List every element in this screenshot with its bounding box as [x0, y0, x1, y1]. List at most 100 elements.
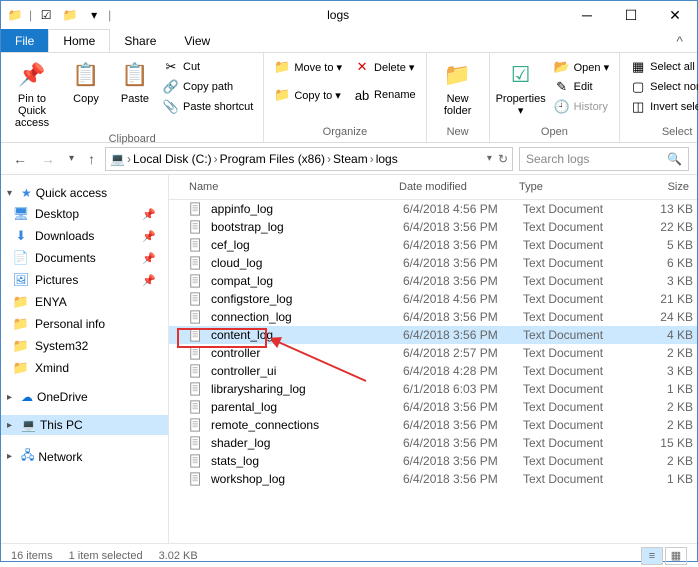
column-headers: Name Date modified Type Size: [169, 175, 697, 200]
sidebar-onedrive[interactable]: ▸ ☁ OneDrive: [1, 387, 168, 407]
delete-icon: ✕: [354, 59, 370, 75]
edit-button[interactable]: ✎Edit: [550, 77, 614, 97]
file-size: 3 KB: [633, 364, 693, 378]
delete-button[interactable]: ✕Delete ▾: [350, 57, 420, 77]
sidebar-item-personal-info[interactable]: 📁Personal info: [1, 313, 168, 335]
breadcrumb[interactable]: 💻 › Local Disk (C:)› Program Files (x86)…: [105, 147, 513, 171]
file-row[interactable]: librarysharing_log6/1/2018 6:03 PMText D…: [169, 380, 697, 398]
file-row[interactable]: stats_log6/4/2018 3:56 PMText Document2 …: [169, 452, 697, 470]
column-size[interactable]: Size: [629, 181, 689, 193]
crumb-2[interactable]: Steam: [333, 152, 368, 166]
rename-button[interactable]: abRename: [350, 85, 420, 105]
tab-share[interactable]: Share: [110, 29, 170, 52]
file-row[interactable]: appinfo_log6/4/2018 4:56 PMText Document…: [169, 200, 697, 218]
paste-button[interactable]: 📋 Paste: [115, 57, 155, 107]
text-file-icon: [189, 346, 205, 360]
pin-quick-access-button[interactable]: 📌 Pin to Quick access: [7, 57, 57, 131]
column-date[interactable]: Date modified: [399, 181, 519, 193]
pc-icon: 💻: [21, 418, 36, 432]
invert-selection-button[interactable]: ◫Invert selection: [626, 97, 698, 117]
sidebar-item-system32[interactable]: 📁System32: [1, 335, 168, 357]
crumb-1[interactable]: Program Files (x86): [220, 152, 325, 166]
file-size: 1 KB: [633, 472, 693, 486]
file-date: 6/4/2018 4:56 PM: [403, 292, 523, 306]
column-name[interactable]: Name: [189, 181, 399, 193]
qat-dropdown-icon[interactable]: ▾: [84, 5, 104, 25]
copy-to-button[interactable]: 📁Copy to ▾: [270, 85, 346, 105]
sidebar-item-desktop[interactable]: 🖥Desktop📌: [1, 203, 168, 225]
file-row[interactable]: cloud_log6/4/2018 3:56 PMText Document6 …: [169, 254, 697, 272]
file-row[interactable]: controller6/4/2018 2:57 PMText Document2…: [169, 344, 697, 362]
document-icon: 📄: [13, 250, 29, 266]
sidebar-this-pc[interactable]: ▸ 💻 This PC: [1, 415, 168, 435]
copypath-icon: 🔗: [163, 79, 179, 95]
column-type[interactable]: Type: [519, 181, 629, 193]
qat-properties-icon[interactable]: ☑: [36, 5, 56, 25]
open-button[interactable]: 📂Open ▾: [550, 57, 614, 77]
file-size: 21 KB: [633, 292, 693, 306]
copy-path-button[interactable]: 🔗Copy path: [159, 77, 257, 97]
file-list: appinfo_log6/4/2018 4:56 PMText Document…: [169, 200, 697, 543]
paste-shortcut-button[interactable]: 📎Paste shortcut: [159, 97, 257, 117]
move-to-button[interactable]: 📁Move to ▾: [270, 57, 346, 77]
file-row[interactable]: shader_log6/4/2018 3:56 PMText Document1…: [169, 434, 697, 452]
file-name: cloud_log: [211, 256, 403, 270]
file-type: Text Document: [523, 238, 633, 252]
file-row[interactable]: cef_log6/4/2018 3:56 PMText Document5 KB: [169, 236, 697, 254]
chevron-down-icon: ▾: [7, 188, 17, 199]
file-row[interactable]: controller_ui6/4/2018 4:28 PMText Docume…: [169, 362, 697, 380]
new-folder-button[interactable]: 📁 New folder: [433, 57, 483, 119]
sidebar-network[interactable]: ▸ 🖧 Network: [1, 443, 168, 470]
maximize-button[interactable]: ☐: [609, 1, 653, 29]
tab-view[interactable]: View: [170, 29, 224, 52]
copy-button[interactable]: 📋 Copy: [61, 57, 111, 107]
sidebar-item-documents[interactable]: 📄Documents📌: [1, 247, 168, 269]
file-row[interactable]: connection_log6/4/2018 3:56 PMText Docum…: [169, 308, 697, 326]
sidebar-item-enya[interactable]: 📁ENYA: [1, 291, 168, 313]
select-all-button[interactable]: ▦Select all: [626, 57, 698, 77]
up-button[interactable]: ↑: [84, 151, 99, 167]
file-size: 2 KB: [633, 418, 693, 432]
ribbon-collapse-icon[interactable]: ^: [662, 29, 697, 52]
qat-newfolder-icon[interactable]: 📁: [60, 5, 80, 25]
file-row[interactable]: parental_log6/4/2018 3:56 PMText Documen…: [169, 398, 697, 416]
history-button[interactable]: 🕘History: [550, 97, 614, 117]
sidebar-item-xmind[interactable]: 📁Xmind: [1, 357, 168, 379]
select-none-button[interactable]: ▢Select none: [626, 77, 698, 97]
file-type: Text Document: [523, 382, 633, 396]
sidebar-item-label: Xmind: [35, 361, 69, 375]
sidebar-item-downloads[interactable]: ⬇Downloads📌: [1, 225, 168, 247]
file-row[interactable]: bootstrap_log6/4/2018 3:56 PMText Docume…: [169, 218, 697, 236]
copyto-icon: 📁: [274, 87, 290, 103]
file-row[interactable]: content_log6/4/2018 3:56 PMText Document…: [169, 326, 697, 344]
file-date: 6/4/2018 3:56 PM: [403, 418, 523, 432]
cut-button[interactable]: ✂Cut: [159, 57, 257, 77]
file-name: controller_ui: [211, 364, 403, 378]
back-button[interactable]: ←: [9, 151, 31, 167]
text-file-icon: [189, 472, 205, 486]
address-bar-row: ← → ▾ ↑ 💻 › Local Disk (C:)› Program Fil…: [1, 143, 697, 175]
file-row[interactable]: configstore_log6/4/2018 4:56 PMText Docu…: [169, 290, 697, 308]
crumb-0[interactable]: Local Disk (C:): [133, 152, 212, 166]
properties-button[interactable]: ☑ Properties ▾: [496, 57, 546, 119]
crumb-3[interactable]: logs: [376, 152, 398, 166]
file-row[interactable]: workshop_log6/4/2018 3:56 PMText Documen…: [169, 470, 697, 488]
tab-file[interactable]: File: [1, 29, 48, 52]
forward-button[interactable]: →: [37, 151, 59, 167]
recent-button[interactable]: ▾: [65, 153, 78, 164]
close-button[interactable]: ✕: [653, 1, 697, 29]
open-icon: 📂: [554, 59, 570, 75]
tab-home[interactable]: Home: [48, 29, 110, 52]
ribbon-tabs: File Home Share View ^: [1, 29, 697, 53]
file-size: 15 KB: [633, 436, 693, 450]
file-name: connection_log: [211, 310, 403, 324]
search-input[interactable]: Search logs 🔍: [519, 147, 689, 171]
invert-icon: ◫: [630, 99, 646, 115]
file-row[interactable]: compat_log6/4/2018 3:56 PMText Document3…: [169, 272, 697, 290]
sidebar-quick-access[interactable]: ▾ ★ Quick access: [1, 183, 168, 203]
file-row[interactable]: remote_connections6/4/2018 3:56 PMText D…: [169, 416, 697, 434]
sidebar-item-pictures[interactable]: 🖼Pictures📌: [1, 269, 168, 291]
minimize-button[interactable]: ─: [565, 1, 609, 29]
file-size: 3 KB: [633, 274, 693, 288]
refresh-icon[interactable]: ↻: [492, 152, 508, 166]
